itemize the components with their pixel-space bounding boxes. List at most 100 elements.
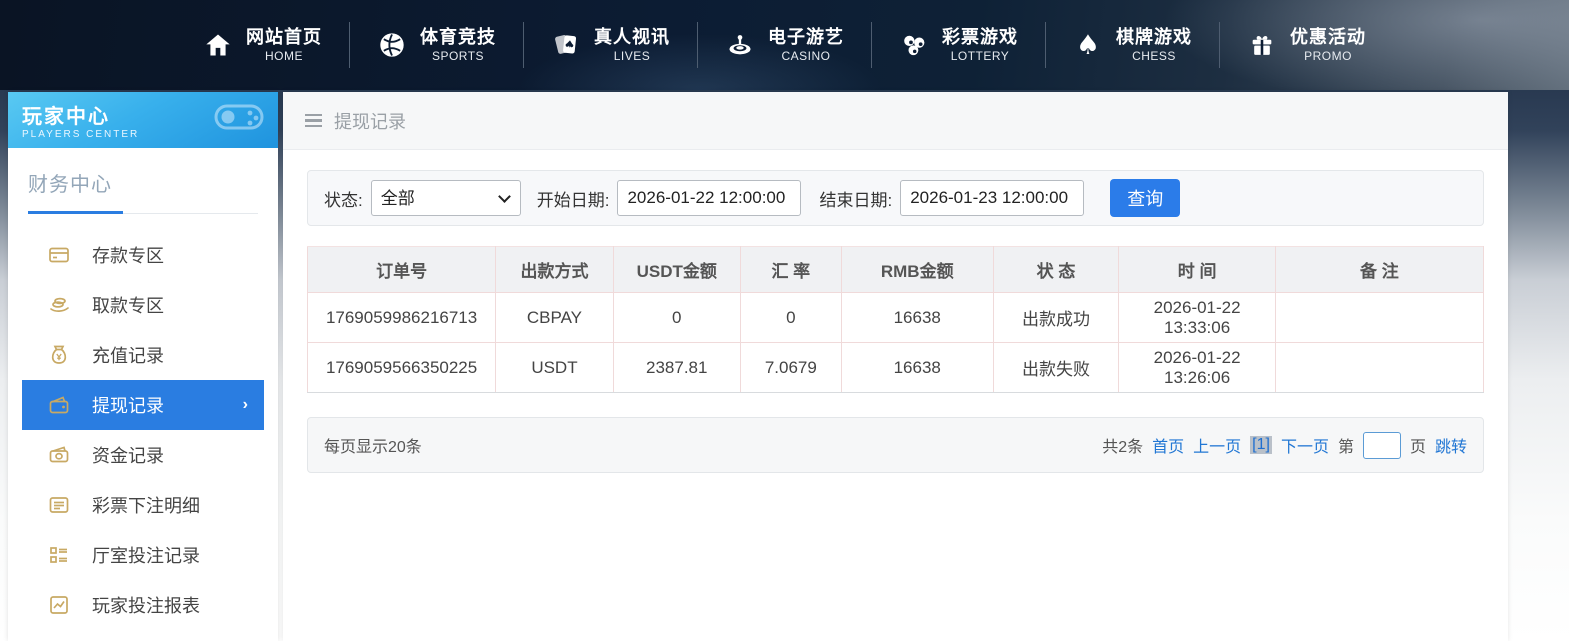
cell-rate: 7.0679 <box>740 343 841 393</box>
wallet-icon <box>48 394 70 416</box>
nav-label-en: HOME <box>265 49 303 64</box>
sidebar-item-lottery-bet-details[interactable]: 彩票下注明细 <box>22 480 264 530</box>
col-remark: 备 注 <box>1275 247 1483 293</box>
cell-time: 2026-01-22 13:33:06 <box>1119 293 1275 343</box>
nav-label-zh: 棋牌游戏 <box>1116 26 1192 49</box>
menu-icon[interactable] <box>305 114 322 128</box>
cell-usdt-amount: 2387.81 <box>613 343 740 393</box>
col-rmb-amount: RMB金额 <box>841 247 993 293</box>
sidebar: 玩家中心 PLAYERS CENTER 财务中心 存款专区 <box>8 92 278 641</box>
cell-usdt-amount: 0 <box>613 293 740 343</box>
nav-item-lives[interactable]: 真人视讯 LIVES <box>524 26 697 64</box>
playing-cards-icon <box>551 30 581 60</box>
first-page-link[interactable]: 首页 <box>1152 433 1184 457</box>
nav-label-zh: 体育竞技 <box>420 26 496 49</box>
end-date-input[interactable] <box>900 180 1084 216</box>
chevron-right-icon: › <box>243 396 248 414</box>
deposit-card-icon <box>48 244 70 266</box>
sidebar-item-hall-bet-records[interactable]: 厅室投注记录 <box>22 530 264 580</box>
sidebar-item-deposit-zone[interactable]: 存款专区 <box>22 230 264 280</box>
nav-label-zh: 网站首页 <box>246 26 322 49</box>
money-bag-icon <box>48 344 70 366</box>
start-date-label: 开始日期: <box>537 186 610 211</box>
search-button[interactable]: 查询 <box>1110 179 1180 217</box>
cell-status: 出款失败 <box>993 343 1119 393</box>
jump-link[interactable]: 跳转 <box>1435 433 1467 457</box>
nav-item-casino[interactable]: 电子游艺 CASINO <box>698 26 871 64</box>
sidebar-item-withdrawal-records[interactable]: 提现记录 › <box>22 380 264 430</box>
sidebar-item-label: 玩家投注报表 <box>92 592 200 618</box>
page-size-text: 每页显示20条 <box>324 433 422 457</box>
table-row: 1769059986216713 CBPAY 0 0 16638 出款成功 20… <box>308 293 1484 343</box>
nav-label-en: CHESS <box>1132 49 1176 64</box>
sports-ball-icon <box>377 30 407 60</box>
sidebar-item-label: 取款专区 <box>92 292 164 318</box>
checklist-icon <box>48 544 70 566</box>
current-page-indicator: [1] <box>1250 436 1272 454</box>
roulette-icon <box>725 30 755 60</box>
cell-remark <box>1275 343 1483 393</box>
cell-order-id: 1769059566350225 <box>308 343 496 393</box>
cell-status: 出款成功 <box>993 293 1119 343</box>
jump-suffix: 页 <box>1410 433 1426 457</box>
page-title: 提现记录 <box>334 108 406 134</box>
nav-label-zh: 电子游艺 <box>768 26 844 49</box>
page-number-input[interactable] <box>1363 432 1401 459</box>
sidebar-item-label: 提现记录 <box>92 392 164 418</box>
nav-label-zh: 彩票游戏 <box>942 26 1018 49</box>
filter-bar: 状态: 全部 开始日期: 结束日期: 查询 <box>307 170 1484 226</box>
lottery-balls-icon <box>899 30 929 60</box>
next-page-link[interactable]: 下一页 <box>1281 433 1329 457</box>
cell-remark <box>1275 293 1483 343</box>
nav-item-promo[interactable]: 优惠活动 PROMO <box>1220 26 1393 64</box>
sidebar-item-label: 充值记录 <box>92 342 164 368</box>
sidebar-item-label: 彩票下注明细 <box>92 492 200 518</box>
top-nav: 网站首页 HOME 体育竞技 SPORTS 真人视讯 LIVES <box>0 0 1569 90</box>
sidebar-item-recharge-records[interactable]: 充值记录 <box>22 330 264 380</box>
sidebar-item-player-bet-report[interactable]: 玩家投注报表 <box>22 580 264 630</box>
nav-label-en: SPORTS <box>432 49 484 64</box>
sidebar-item-label: 存款专区 <box>92 242 164 268</box>
finance-section-title: 财务中心 <box>28 168 258 197</box>
sidebar-menu: 存款专区 取款专区 充值记录 <box>8 230 278 630</box>
nav-label-en: LOTTERY <box>951 49 1010 64</box>
total-count-text: 共2条 <box>1102 433 1143 457</box>
jump-prefix: 第 <box>1338 433 1354 457</box>
sidebar-item-label: 厅室投注记录 <box>92 542 200 568</box>
nav-label-zh: 优惠活动 <box>1290 26 1366 49</box>
nav-label-en: LIVES <box>614 49 651 64</box>
breadcrumb: 提现记录 <box>283 92 1508 150</box>
cell-rate: 0 <box>740 293 841 343</box>
sidebar-item-withdraw-zone[interactable]: 取款专区 <box>22 280 264 330</box>
table-header-row: 订单号 出款方式 USDT金额 汇 率 RMB金额 状 态 时 间 备 注 <box>308 247 1484 293</box>
withdraw-hand-icon <box>48 294 70 316</box>
nav-item-chess[interactable]: ♠ 棋牌游戏 CHESS <box>1046 26 1219 64</box>
nav-label-en: CASINO <box>781 49 830 64</box>
pagination-bar: 每页显示20条 共2条 首页 上一页 [1] 下一页 第 页 跳转 <box>307 417 1484 473</box>
nav-item-lottery[interactable]: 彩票游戏 LOTTERY <box>872 26 1045 64</box>
col-time: 时 间 <box>1119 247 1275 293</box>
gamepad-icon <box>210 98 268 143</box>
main-panel: 提现记录 状态: 全部 开始日期: 结束日期: 查询 <box>283 92 1508 641</box>
prev-page-link[interactable]: 上一页 <box>1193 433 1241 457</box>
sidebar-item-funds-records[interactable]: 资金记录 <box>22 430 264 480</box>
nav-label-zh: 真人视讯 <box>594 26 670 49</box>
spade-icon: ♠ <box>1073 30 1103 60</box>
start-date-input[interactable] <box>617 180 801 216</box>
cell-order-id: 1769059986216713 <box>308 293 496 343</box>
gift-icon <box>1247 30 1277 60</box>
sidebar-item-label: 资金记录 <box>92 442 164 468</box>
nav-item-home[interactable]: 网站首页 HOME <box>176 26 349 64</box>
withdrawal-records-table: 订单号 出款方式 USDT金额 汇 率 RMB金额 状 态 时 间 备 注 17… <box>307 246 1484 393</box>
nav-item-sports[interactable]: 体育竞技 SPORTS <box>350 26 523 64</box>
col-rate: 汇 率 <box>740 247 841 293</box>
sidebar-header: 玩家中心 PLAYERS CENTER <box>8 92 278 148</box>
status-select[interactable]: 全部 <box>371 180 521 216</box>
cell-method: USDT <box>496 343 614 393</box>
cell-time: 2026-01-22 13:26:06 <box>1119 343 1275 393</box>
col-usdt-amount: USDT金额 <box>613 247 740 293</box>
nav-label-en: PROMO <box>1304 49 1352 64</box>
finance-section: 财务中心 <box>8 148 278 214</box>
status-label: 状态: <box>324 186 363 211</box>
col-status: 状 态 <box>993 247 1119 293</box>
